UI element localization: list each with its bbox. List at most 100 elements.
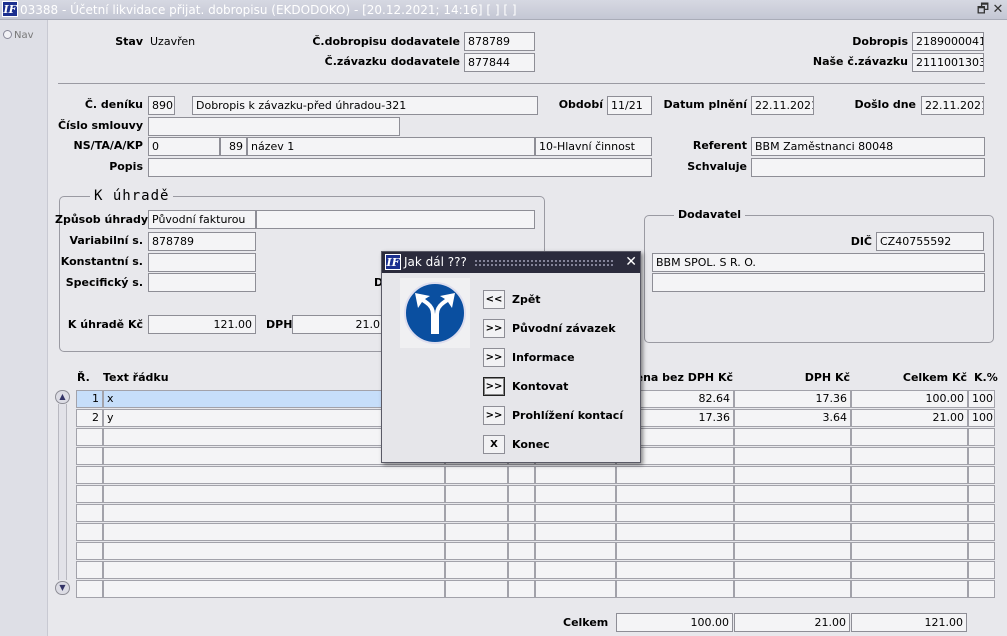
table-cell-k[interactable] xyxy=(968,504,995,522)
kp-field[interactable]: 10-Hlavní činnost xyxy=(535,137,652,156)
dobropis-dodavatele-field[interactable]: 878789 xyxy=(464,32,535,51)
table-cell-celkem[interactable] xyxy=(851,466,968,484)
close-icon[interactable]: ✕ xyxy=(990,2,1006,18)
table-cell-r[interactable] xyxy=(76,523,103,541)
k-uhrade-kc-field[interactable]: 121.00 xyxy=(148,315,256,334)
table-cell-celkem[interactable]: 100.00 xyxy=(851,390,968,408)
table-cell-r[interactable] xyxy=(76,580,103,598)
prohlizeni-kontaci-button[interactable]: >> xyxy=(483,406,505,425)
table-cell-k[interactable] xyxy=(968,466,995,484)
table-cell-text[interactable] xyxy=(103,542,445,560)
table-cell-c3[interactable] xyxy=(445,485,508,503)
table-cell-dph[interactable] xyxy=(734,466,851,484)
table-cell-c4[interactable] xyxy=(508,504,535,522)
table-cell-c5[interactable] xyxy=(535,580,616,598)
table-cell-text[interactable] xyxy=(103,523,445,541)
konec-button[interactable]: X xyxy=(483,435,505,454)
ta-field[interactable]: 89 xyxy=(220,137,247,156)
table-cell-r[interactable] xyxy=(76,542,103,560)
scroll-up-button[interactable]: ▲ xyxy=(55,390,70,404)
table-cell-celkem[interactable] xyxy=(851,580,968,598)
table-cell-r[interactable]: 1 xyxy=(76,390,103,408)
table-cell-dph[interactable] xyxy=(734,561,851,579)
table-cell-k[interactable]: 100 xyxy=(968,409,995,427)
table-cell-dph[interactable] xyxy=(734,542,851,560)
table-cell-k[interactable] xyxy=(968,580,995,598)
table-cell-k[interactable]: 100 xyxy=(968,390,995,408)
table-cell-dph[interactable]: 3.64 xyxy=(734,409,851,427)
popis-field[interactable] xyxy=(148,158,652,177)
variabilni-field[interactable]: 878789 xyxy=(148,232,256,251)
doslo-dne-field[interactable]: 22.11.2021 xyxy=(921,96,984,115)
denik-field[interactable]: 890 xyxy=(148,96,175,115)
ta-name-field[interactable]: název 1 xyxy=(247,137,535,156)
table-cell-celkem[interactable] xyxy=(851,542,968,560)
table-cell-k[interactable] xyxy=(968,428,995,446)
table-cell-k[interactable] xyxy=(968,561,995,579)
table-cell-c5[interactable] xyxy=(535,523,616,541)
table-cell-k[interactable] xyxy=(968,447,995,465)
table-cell-cena[interactable] xyxy=(616,580,734,598)
table-cell-c4[interactable] xyxy=(508,542,535,560)
nase-zavazku-field[interactable]: 2111001303 xyxy=(912,53,984,72)
dph-field[interactable]: 21.0 xyxy=(292,315,384,334)
table-cell-cena[interactable] xyxy=(616,523,734,541)
table-cell-c3[interactable] xyxy=(445,504,508,522)
table-cell-r[interactable]: 2 xyxy=(76,409,103,427)
dobropis-field[interactable]: 2189000041 xyxy=(912,32,984,51)
table-cell-dph[interactable] xyxy=(734,428,851,446)
table-cell-r[interactable] xyxy=(76,466,103,484)
table-cell-text[interactable] xyxy=(103,580,445,598)
table-cell-r[interactable] xyxy=(76,561,103,579)
table-cell-c5[interactable] xyxy=(535,504,616,522)
puvodni-zavazek-button[interactable]: >> xyxy=(483,319,505,338)
schvaluje-field[interactable] xyxy=(751,158,985,177)
table-cell-c5[interactable] xyxy=(535,466,616,484)
table-cell-celkem[interactable] xyxy=(851,485,968,503)
scroll-down-button[interactable]: ▼ xyxy=(55,581,70,595)
table-cell-celkem[interactable] xyxy=(851,504,968,522)
informace-label[interactable]: Informace xyxy=(512,348,575,367)
table-cell-c3[interactable] xyxy=(445,523,508,541)
table-cell-c4[interactable] xyxy=(508,561,535,579)
table-cell-celkem[interactable] xyxy=(851,561,968,579)
obdobi-field[interactable]: 11/21 xyxy=(607,96,652,115)
dodavatel-line2-field[interactable] xyxy=(652,273,985,292)
table-cell-c5[interactable] xyxy=(535,561,616,579)
table-cell-c3[interactable] xyxy=(445,466,508,484)
kontovat-button[interactable]: >> xyxy=(483,377,505,396)
table-cell-k[interactable] xyxy=(968,485,995,503)
table-cell-cena[interactable] xyxy=(616,466,734,484)
dialog-close-icon[interactable]: ✕ xyxy=(625,252,637,273)
table-cell-dph[interactable] xyxy=(734,504,851,522)
table-cell-c4[interactable] xyxy=(508,523,535,541)
table-cell-text[interactable] xyxy=(103,504,445,522)
zpet-label[interactable]: Zpět xyxy=(512,290,541,309)
table-cell-c5[interactable] xyxy=(535,485,616,503)
table-cell-cena[interactable] xyxy=(616,542,734,560)
table-cell-c5[interactable] xyxy=(535,542,616,560)
zpusob-uhrady-field[interactable]: Původní fakturou xyxy=(148,210,256,229)
table-cell-k[interactable] xyxy=(968,523,995,541)
table-cell-cena[interactable] xyxy=(616,561,734,579)
restore-icon[interactable]: 🗗 xyxy=(975,2,991,18)
specificky-field[interactable] xyxy=(148,273,256,292)
table-cell-dph[interactable] xyxy=(734,580,851,598)
table-cell-dph[interactable] xyxy=(734,447,851,465)
zpet-button[interactable]: << xyxy=(483,290,505,309)
table-cell-c4[interactable] xyxy=(508,466,535,484)
referent-field[interactable]: BBM Zaměstnanci 80048 xyxy=(751,137,985,156)
table-cell-c4[interactable] xyxy=(508,580,535,598)
dodavatel-name-field[interactable]: BBM SPOL. S R. O. xyxy=(652,253,985,272)
table-cell-text[interactable] xyxy=(103,466,445,484)
table-cell-c4[interactable] xyxy=(508,485,535,503)
table-cell-text[interactable] xyxy=(103,561,445,579)
table-cell-dph[interactable]: 17.36 xyxy=(734,390,851,408)
table-cell-r[interactable] xyxy=(76,485,103,503)
konec-label[interactable]: Konec xyxy=(512,435,550,454)
zpusob-uhrady-desc-field[interactable] xyxy=(256,210,535,229)
table-cell-celkem[interactable] xyxy=(851,428,968,446)
table-cell-celkem[interactable]: 21.00 xyxy=(851,409,968,427)
table-cell-c3[interactable] xyxy=(445,561,508,579)
table-cell-c3[interactable] xyxy=(445,580,508,598)
